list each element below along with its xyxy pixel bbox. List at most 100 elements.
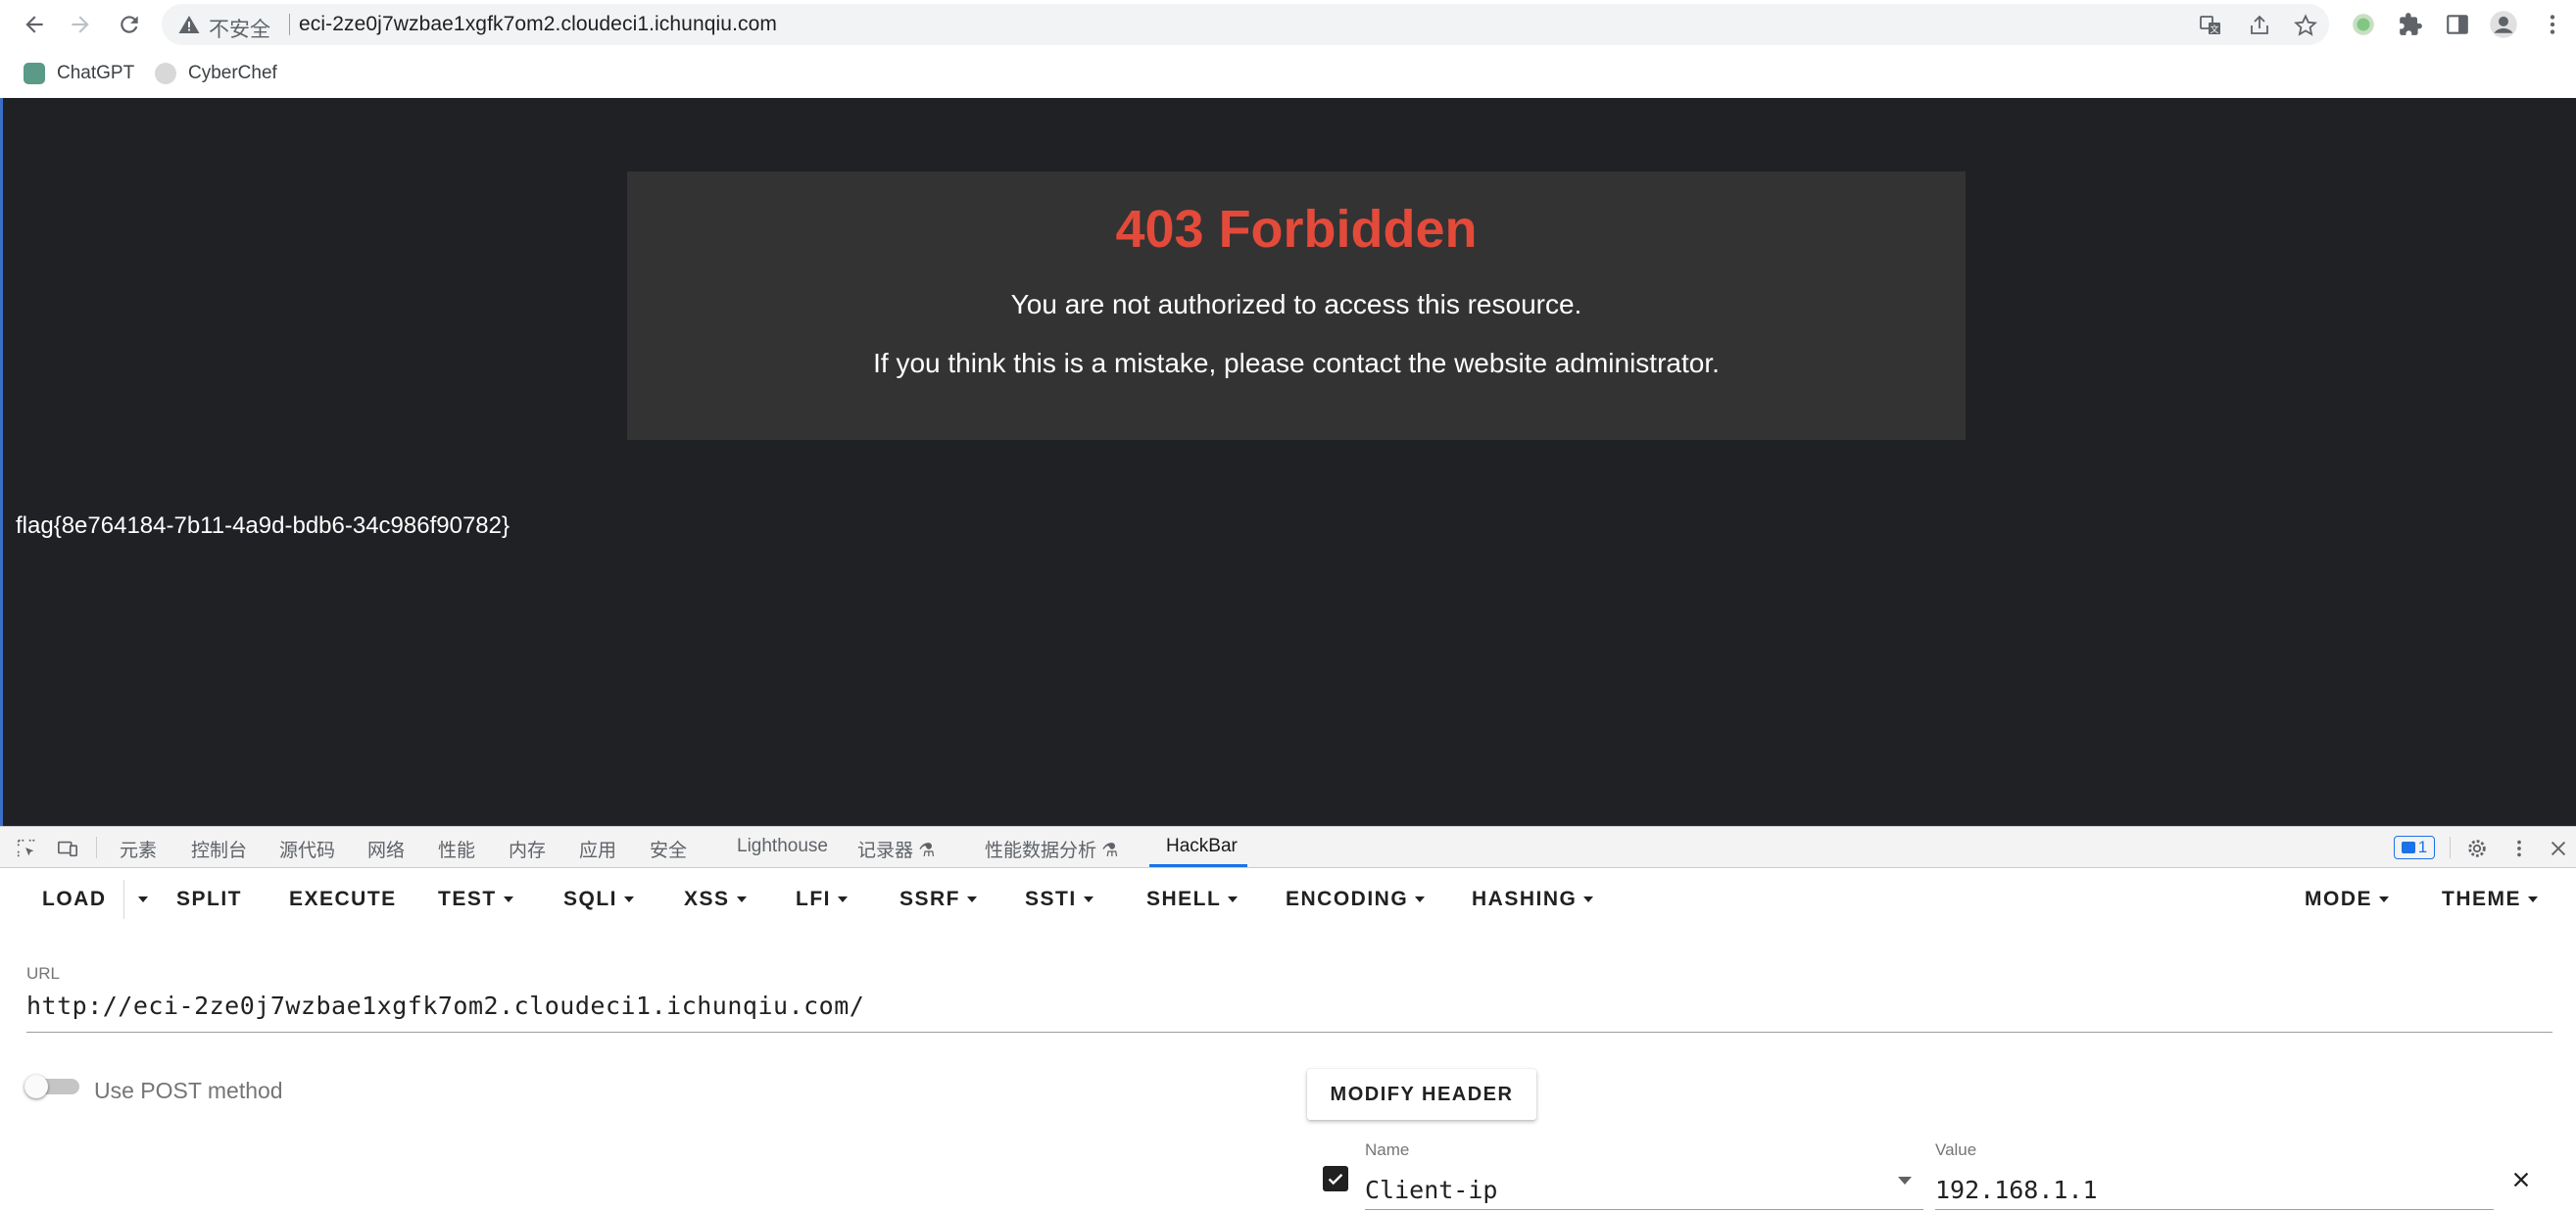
- star-icon[interactable]: [2293, 13, 2318, 38]
- profile-avatar-icon[interactable]: [2489, 10, 2518, 39]
- tab-performance[interactable]: 性能: [438, 836, 475, 862]
- caret-down-icon: [967, 896, 978, 903]
- load-button[interactable]: LOAD: [42, 888, 107, 911]
- caret-down-icon: [2379, 896, 2389, 903]
- tab-divider: [96, 837, 97, 858]
- mode-menu[interactable]: MODE: [2305, 888, 2389, 911]
- header-value-label: Value: [1935, 1140, 1977, 1159]
- tab-recorder[interactable]: 记录器 ⚗: [857, 836, 935, 862]
- caret-down-icon: [1083, 896, 1094, 903]
- issues-count: 1: [2417, 838, 2428, 856]
- hashing-menu-label: HASHING: [1472, 888, 1578, 910]
- svg-text:文: 文: [2210, 24, 2218, 35]
- ssti-menu[interactable]: SSTI: [1025, 888, 1094, 911]
- cyberchef-icon: [155, 63, 176, 84]
- tab-console[interactable]: 控制台: [191, 836, 247, 862]
- remove-header-icon[interactable]: [2508, 1167, 2534, 1192]
- close-icon[interactable]: [2546, 836, 2571, 861]
- tab-lighthouse[interactable]: Lighthouse: [737, 836, 828, 857]
- toggle-knob: [24, 1075, 48, 1098]
- flag-text: flag{8e764184-7b11-4a9d-bdb6-34c986f9078…: [16, 512, 510, 539]
- caret-down-icon: [1583, 896, 1594, 903]
- back-button[interactable]: [18, 8, 51, 41]
- ssti-menu-label: SSTI: [1025, 888, 1077, 910]
- arrow-left-icon: [25, 16, 43, 33]
- devtools-panel: 元素 控制台 源代码 网络 性能 内存 应用 安全 Lighthouse 记录器…: [0, 826, 2576, 1211]
- puzzle-icon[interactable]: [2396, 10, 2425, 39]
- header-enabled-checkbox[interactable]: [1323, 1166, 1348, 1191]
- lfi-menu-label: LFI: [796, 888, 831, 910]
- tab-performance-insights[interactable]: 性能数据分析 ⚗: [985, 836, 1118, 862]
- modify-header-button[interactable]: MODIFY HEADER: [1307, 1069, 1536, 1120]
- split-button[interactable]: SPLIT: [176, 888, 242, 911]
- omnibox-divider: [289, 14, 290, 35]
- url-field-label: URL: [26, 964, 61, 983]
- tab-elements[interactable]: 元素: [120, 836, 157, 862]
- shell-menu[interactable]: SHELL: [1146, 888, 1239, 911]
- encoding-menu[interactable]: ENCODING: [1286, 888, 1426, 911]
- translate-icon[interactable]: 文: [2198, 13, 2223, 38]
- encoding-menu-label: ENCODING: [1286, 888, 1409, 910]
- header-value-input[interactable]: 192.168.1.1: [1935, 1176, 2098, 1204]
- xss-menu-label: XSS: [684, 888, 730, 910]
- chatgpt-icon: [24, 63, 45, 84]
- browser-toolbar: 不安全 eci-2ze0j7wzbae1xgfk7om2.cloudeci1.i…: [0, 0, 2576, 49]
- tab-network[interactable]: 网络: [367, 836, 405, 862]
- bookmark-label: ChatGPT: [57, 63, 135, 83]
- post-method-toggle[interactable]: [24, 1075, 79, 1098]
- inspect-element-icon[interactable]: [14, 836, 39, 861]
- caret-down-icon: [1415, 896, 1426, 903]
- theme-menu[interactable]: THEME: [2442, 888, 2538, 911]
- extension-status-icon[interactable]: [2349, 10, 2378, 39]
- tab-divider: [2450, 837, 2451, 858]
- sqli-menu[interactable]: SQLI: [563, 888, 635, 911]
- reload-button[interactable]: [113, 8, 146, 41]
- bookmarks-bar: ChatGPT CyberChef: [0, 54, 2576, 93]
- issues-badge[interactable]: 1: [2394, 836, 2435, 859]
- chevron-down-icon[interactable]: [1898, 1177, 1912, 1185]
- tab-memory[interactable]: 内存: [509, 836, 546, 862]
- menu-divider: [123, 880, 124, 919]
- device-toolbar-icon[interactable]: [55, 836, 80, 861]
- xss-menu[interactable]: XSS: [684, 888, 747, 911]
- url-input-underline: [26, 1032, 2552, 1033]
- url-text[interactable]: eci-2ze0j7wzbae1xgfk7om2.cloudeci1.ichun…: [299, 13, 777, 36]
- flask-icon: ⚗: [1101, 841, 1119, 861]
- tab-application[interactable]: 应用: [579, 836, 616, 862]
- warning-icon[interactable]: [177, 13, 201, 36]
- share-icon[interactable]: [2247, 13, 2272, 38]
- hackbar-menu: LOAD SPLIT EXECUTE TEST SQLI XSS LFI SSR…: [0, 868, 2576, 929]
- address-bar[interactable]: 不安全 eci-2ze0j7wzbae1xgfk7om2.cloudeci1.i…: [162, 4, 2329, 45]
- tab-hackbar[interactable]: HackBar: [1166, 836, 1238, 857]
- forward-button[interactable]: [64, 8, 97, 41]
- hashing-menu[interactable]: HASHING: [1472, 888, 1594, 911]
- settings-gear-icon[interactable]: [2464, 836, 2490, 861]
- header-name-underline: [1365, 1209, 1923, 1210]
- error-title: 403 Forbidden: [1115, 200, 1478, 259]
- bookmark-label: CyberChef: [188, 63, 277, 83]
- header-name-label: Name: [1365, 1140, 1410, 1159]
- header-name-select[interactable]: Client-ip: [1365, 1176, 1497, 1204]
- test-menu[interactable]: TEST: [438, 888, 513, 911]
- more-vert-icon[interactable]: [2506, 836, 2532, 861]
- url-input[interactable]: http://eci-2ze0j7wzbae1xgfk7om2.cloudeci…: [26, 992, 864, 1020]
- header-value-underline: [1935, 1209, 2494, 1210]
- shell-menu-label: SHELL: [1146, 888, 1222, 910]
- ssrf-menu-label: SSRF: [899, 888, 961, 910]
- tab-performance-insights-label: 性能数据分析: [985, 841, 1097, 861]
- ssrf-menu[interactable]: SSRF: [899, 888, 978, 911]
- load-dropdown-button[interactable]: [131, 888, 148, 911]
- execute-button[interactable]: EXECUTE: [289, 888, 397, 911]
- bookmark-chatgpt[interactable]: ChatGPT: [24, 60, 134, 87]
- tab-security[interactable]: 安全: [650, 836, 687, 862]
- security-status[interactable]: 不安全: [209, 14, 270, 43]
- test-menu-label: TEST: [438, 888, 497, 910]
- side-panel-icon[interactable]: [2443, 10, 2472, 39]
- bookmark-cyberchef[interactable]: CyberChef: [155, 60, 277, 87]
- checkmark-icon: [1328, 1174, 1343, 1186]
- more-vert-icon[interactable]: [2538, 10, 2567, 39]
- caret-down-icon: [2528, 896, 2538, 903]
- lfi-menu[interactable]: LFI: [796, 888, 848, 911]
- caret-down-icon: [138, 896, 148, 903]
- tab-sources[interactable]: 源代码: [279, 836, 335, 862]
